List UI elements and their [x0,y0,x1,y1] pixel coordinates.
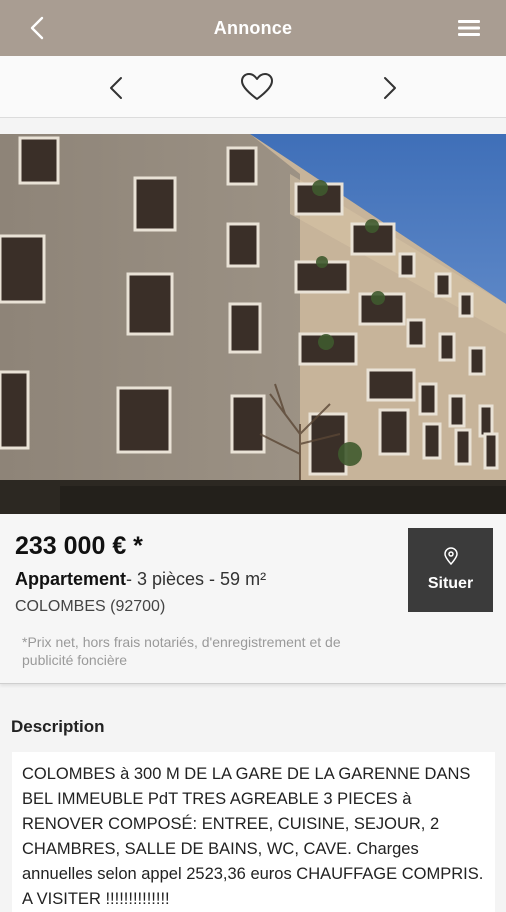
hamburger-menu-icon[interactable] [456,15,482,41]
listing-city: COLOMBES (92700) [15,598,166,615]
page-title: Annonce [213,17,293,38]
next-listing-icon[interactable] [378,74,402,102]
map-pin-icon [443,547,458,565]
price-footnote: *Prix net, hors frais notariés, d'enregi… [22,634,341,668]
listing-price: 233 000 € * [15,532,143,560]
property-details: - 3 pièces - 59 m² [126,569,267,589]
property-photo[interactable] [0,134,506,514]
listing-summary-card: 233 000 € * Appartement- 3 pièces - 59 m… [0,514,506,684]
description-text: COLOMBES à 300 M DE LA GARE DE LA GARENN… [12,752,495,912]
property-type: Appartement [15,569,127,589]
locate-button[interactable]: Situer [408,528,493,612]
favorite-heart-icon[interactable] [240,72,274,102]
listing-navigation-bar [0,56,506,118]
locate-button-label: Situer [427,575,474,592]
back-chevron-icon[interactable] [24,14,52,42]
building-photo-illustration [0,134,506,514]
listing-type: Appartement- 3 pièces - 59 m² [15,569,266,590]
description-heading: Description [11,717,105,736]
app-header: Annonce [0,0,506,56]
previous-listing-icon[interactable] [104,74,128,102]
